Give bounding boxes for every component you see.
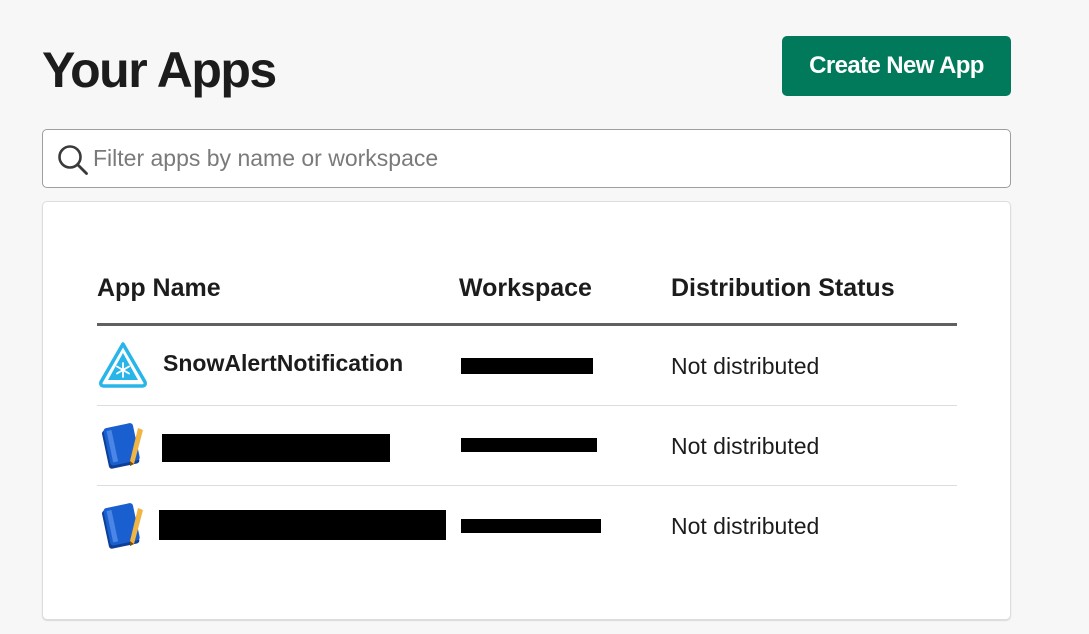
distribution-status: Not distributed [671, 353, 820, 379]
distribution-status: Not distributed [671, 433, 820, 459]
redacted-workspace [461, 358, 593, 374]
snowflake-app-icon [99, 342, 147, 388]
column-header-workspace: Workspace [459, 274, 592, 302]
redacted-app-name [159, 510, 446, 540]
redacted-app-name [162, 434, 390, 462]
search-box[interactable] [42, 129, 1011, 188]
distribution-status: Not distributed [671, 513, 820, 539]
app-name-link[interactable]: SnowAlertNotification [163, 350, 403, 377]
apps-table-card: App Name Workspace Distribution Status S… [42, 201, 1011, 620]
redacted-workspace [461, 438, 597, 452]
table-row[interactable]: SnowAlertNotification Not distributed [97, 326, 957, 406]
search-input[interactable] [93, 130, 993, 187]
table-row[interactable]: Not distributed [97, 486, 957, 566]
default-app-book-icon [102, 423, 143, 469]
create-new-app-button[interactable]: Create New App [782, 36, 1011, 96]
column-header-distribution-status: Distribution Status [671, 274, 895, 302]
redacted-workspace [461, 519, 601, 533]
page-title: Your Apps [42, 42, 277, 98]
search-icon [58, 145, 88, 175]
table-row[interactable]: Not distributed [97, 406, 957, 486]
default-app-book-icon [102, 503, 143, 549]
column-header-app-name: App Name [97, 274, 221, 302]
